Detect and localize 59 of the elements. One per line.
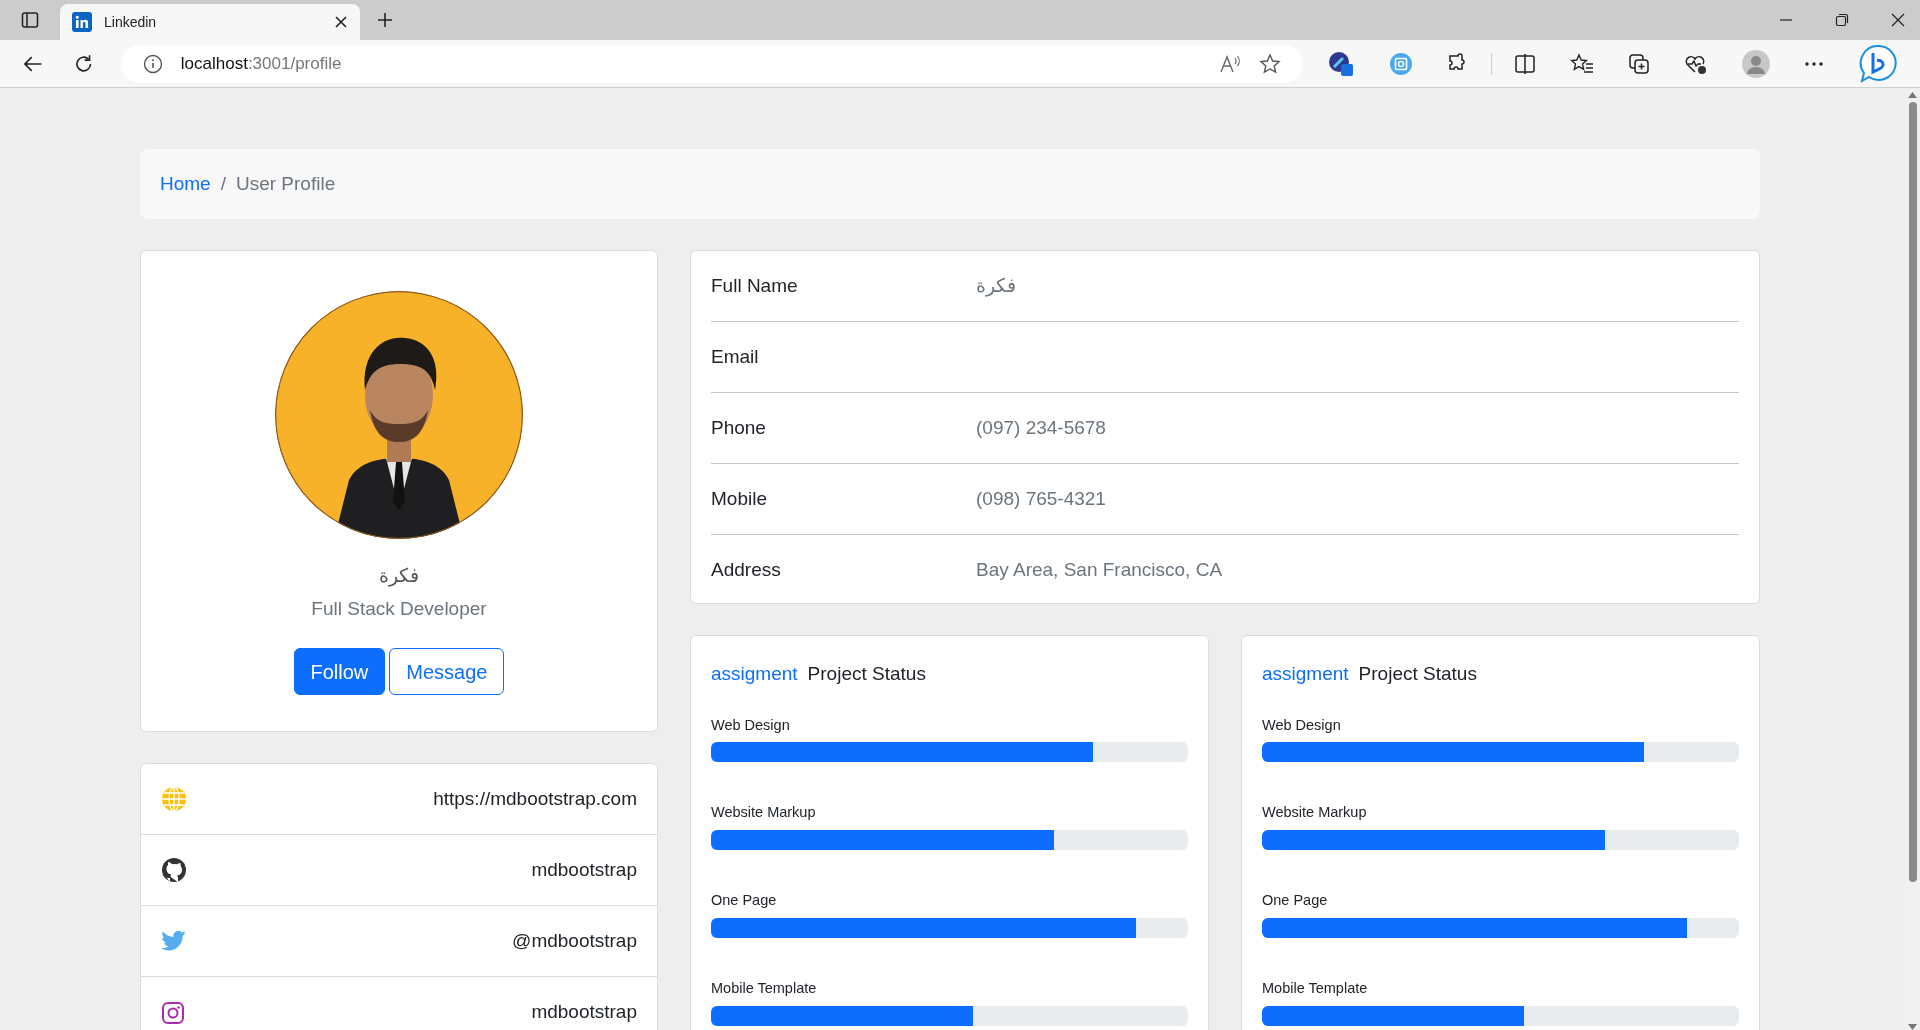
progress-label: Web Design: [711, 715, 791, 735]
copilot-icon[interactable]: [1858, 43, 1898, 84]
card-title: Project Status: [807, 662, 926, 686]
collections-icon[interactable]: [1628, 52, 1650, 75]
field-value: Bay Area, San Francisco, CA: [976, 558, 1223, 583]
social-link-text: mdbootstrap: [531, 857, 637, 882]
social-link-text: mdbootstrap: [531, 1000, 637, 1025]
card-tag: assigment: [1262, 660, 1349, 689]
info-icon[interactable]: [142, 53, 163, 74]
globe-icon: [161, 786, 187, 812]
bird-icon: [161, 930, 187, 952]
social-link-text: @mdbootstrap: [512, 928, 637, 953]
progress-label: Website Markup: [711, 803, 817, 823]
field-value: (098) 765-4321: [976, 486, 1106, 511]
breadcrumb-separator: /: [220, 171, 226, 196]
progress-label: Website Markup: [1262, 803, 1368, 823]
scroll-down-icon[interactable]: [1908, 1024, 1917, 1030]
field-label: Address: [711, 558, 782, 583]
more-icon[interactable]: [1804, 60, 1824, 67]
github-icon: [161, 857, 187, 883]
follow-button[interactable]: Follow: [293, 648, 386, 695]
split-screen-icon[interactable]: [1514, 52, 1536, 75]
url-text: localhost:3001/profile: [180, 52, 343, 75]
new-tab-icon[interactable]: [376, 11, 394, 29]
favorites-icon[interactable]: [1570, 52, 1594, 75]
profile-title: Full Stack Developer: [311, 596, 487, 621]
tab-actions-icon[interactable]: [21, 11, 39, 29]
tab-title: Linkedin: [104, 12, 158, 32]
close-icon[interactable]: [1890, 12, 1906, 28]
browser-tab[interactable]: Linkedin: [60, 4, 360, 40]
card-title: Project Status: [1358, 662, 1477, 686]
field-label: Mobile: [711, 486, 768, 511]
social-link-text: https://mdbootstrap.com: [433, 786, 637, 811]
progress-label: One Page: [711, 891, 778, 910]
profile-name: فكرة: [379, 564, 419, 589]
read-aloud-icon[interactable]: [1219, 53, 1241, 74]
breadcrumb-link[interactable]: Home: [160, 169, 211, 199]
progress-label: One Page: [1262, 891, 1329, 910]
progress-label: Mobile Template: [1262, 978, 1369, 998]
restore-icon[interactable]: [1834, 12, 1850, 28]
progress-label: Web Design: [1262, 715, 1342, 735]
field-label: Email: [711, 344, 760, 369]
extension-icon[interactable]: [1327, 49, 1355, 78]
scroll-up-icon[interactable]: [1908, 92, 1917, 98]
progress-label: Mobile Template: [711, 978, 818, 998]
field-value: (097) 234-5678: [976, 415, 1106, 440]
breadcrumb-current: User Profile: [235, 171, 336, 196]
message-button[interactable]: Message: [389, 648, 505, 695]
address-bar[interactable]: localhost:3001/profile: [120, 44, 1303, 83]
star-icon[interactable]: [1259, 52, 1281, 75]
card-tag: assigment: [711, 660, 798, 689]
screenshot-icon[interactable]: [1389, 51, 1413, 76]
field-label: Phone: [711, 415, 767, 440]
field-value: فكرة: [976, 273, 1016, 299]
close-icon[interactable]: [334, 15, 348, 29]
instagram-icon: [161, 1000, 185, 1025]
field-label: Full Name: [711, 273, 799, 298]
profile-icon[interactable]: [1742, 49, 1770, 78]
linkedin-icon: [72, 12, 92, 32]
